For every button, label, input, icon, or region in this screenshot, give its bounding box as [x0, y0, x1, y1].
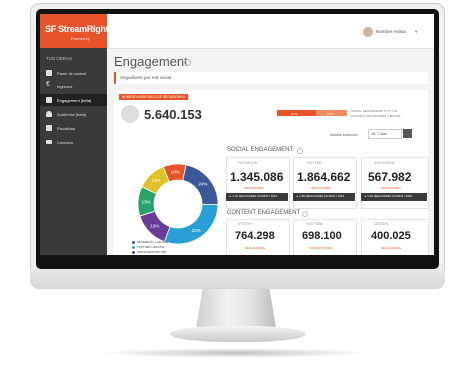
social-engagement-title: SOCIAL ENGAGEMENT	[227, 147, 294, 153]
dashboard-icon	[46, 70, 52, 76]
page-title: Engagement	[114, 54, 188, 69]
period-value: Ult. 7 días	[371, 132, 387, 136]
content-engagement-title: CONTENT ENGAGEMENT	[227, 210, 301, 216]
sidebar-item-ingresos[interactable]: € Ingresos	[40, 80, 107, 92]
sidebar-item-audiencia[interactable]: Audiencia (beta)	[40, 108, 107, 120]
sidebar-item-contacto[interactable]: Contacto	[40, 136, 107, 148]
card-network: FACEBOOK	[238, 161, 258, 165]
legend-text: TWITTER 1.864.662	[137, 245, 165, 249]
subtitle-label: Seguidores por red social	[120, 75, 172, 80]
screen: SF StreamRights Powered by TUS OBRAS Pan…	[40, 14, 434, 255]
sidebar-section-title: TUS OBRAS	[46, 56, 73, 61]
card-network: DEEZER	[374, 222, 389, 226]
monitor-stand-base	[170, 326, 306, 342]
sidebar-item-label: Engagement (beta)	[57, 97, 92, 103]
card-value: 698.100	[302, 230, 342, 242]
card-sub: SEGUIDORES	[244, 186, 265, 190]
card-network: TWITTER	[306, 161, 322, 165]
donut-slice-twitter[interactable]	[163, 203, 219, 245]
card-trend: ▲ 3.4% SEGUIDORES ÚLTIMOS 7 DÍAS	[361, 193, 427, 201]
logo-subtitle: Powered by	[71, 37, 90, 41]
total-followers: 5.640.153	[144, 107, 202, 122]
legend-text: FACEBOOK 1.345.086	[137, 240, 168, 244]
donut-slice-label: 13%	[152, 178, 161, 183]
app-logo[interactable]: SF StreamRights	[45, 24, 113, 34]
donut-slice-label: 13%	[142, 199, 151, 204]
content-share-label: 33%	[327, 111, 334, 116]
sidebar-item-label: Audiencia (beta)	[57, 111, 87, 117]
donut-slice-label: 24%	[198, 181, 207, 186]
sidebar-item-label: Ingresos	[57, 83, 73, 89]
sidebar-item-engagement[interactable]: Engagement (beta)	[40, 94, 107, 106]
period-select[interactable]: Ult. 7 días	[368, 129, 402, 139]
info-icon[interactable]	[297, 148, 303, 154]
card-sub: SEGUIDORES	[381, 186, 402, 190]
user-name[interactable]: Nombre Artista	[376, 29, 406, 34]
card-sub: SUSCRIPTORES	[309, 246, 333, 250]
monitor-chin	[30, 269, 445, 289]
legend-swatch	[132, 245, 135, 249]
thumbs-up-icon	[46, 97, 52, 103]
people-icon	[121, 105, 139, 123]
social-legend: SOCIAL SEGUIDORES 3.777.716	[351, 109, 397, 113]
content-legend: CONTENT SEGUIDORES 1.862.435	[351, 114, 401, 118]
legend-swatch	[132, 240, 135, 244]
sidebar-item-label: Fiscalidad	[57, 125, 76, 131]
info-icon[interactable]	[184, 59, 191, 66]
donut-slice-label: 33%	[192, 228, 201, 233]
legend-facebook: FACEBOOK 1.345.086	[132, 240, 168, 244]
card-network: INSTAGRAM	[374, 161, 395, 165]
tax-icon	[46, 125, 52, 131]
donut-slice-label: 16%	[150, 224, 159, 229]
headphones-icon	[46, 111, 52, 117]
sidebar	[40, 14, 107, 255]
trend-text: ▲ 3.4% SEGUIDORES ÚLTIMOS 7 DÍAS	[364, 195, 413, 198]
trend-text: ▲ 2.1% SEGUIDORES ÚLTIMOS 7 DÍAS	[229, 195, 278, 198]
mail-icon	[46, 140, 52, 144]
card-value: 1.345.086	[230, 170, 284, 184]
card-trend: ▲ 1.8% SEGUIDORES ÚLTIMOS 7 DÍAS	[293, 193, 355, 201]
donut-slice-label: 10%	[171, 170, 180, 175]
calendar-icon[interactable]	[403, 129, 412, 138]
legend-swatch	[132, 250, 135, 254]
legend-twitter: TWITTER 1.864.662	[132, 245, 165, 249]
user-avatar[interactable]	[363, 27, 373, 37]
card-value: 567.982	[368, 170, 412, 184]
card-sub: SEGUIDORES	[311, 186, 332, 190]
sidebar-item-fiscalidad[interactable]: Fiscalidad	[40, 122, 107, 134]
sidebar-item-panel[interactable]: Panel de control	[40, 67, 107, 79]
card-sub: SEGUIDORES	[381, 246, 402, 250]
sidebar-item-label: Panel de control	[57, 70, 86, 76]
info-icon[interactable]	[302, 211, 308, 217]
trend-text: ▲ 1.8% SEGUIDORES ÚLTIMOS 7 DÍAS	[296, 195, 345, 198]
legend-text: INSTAGRAM 567.982	[137, 250, 167, 254]
card-value: 764.298	[235, 230, 275, 242]
monitor-stand-neck	[196, 289, 276, 329]
card-sub: SEGUIDORES	[245, 246, 266, 250]
card-value: 400.025	[371, 230, 411, 242]
euro-icon: €	[46, 81, 50, 88]
social-share-label: 67%	[291, 111, 298, 116]
card-trend: ▲ 2.1% SEGUIDORES ÚLTIMOS 7 DÍAS	[226, 193, 288, 201]
card-value: 1.864.662	[297, 170, 351, 184]
card-network: YOUTUBE	[306, 222, 323, 226]
aggregate-badge: NÚMERO AGREGADO DE SEGUIDORES	[119, 94, 188, 100]
donut-chart: 24% 33% 16% 13% 13% 10%	[137, 163, 219, 245]
legend-instagram: INSTAGRAM 567.982	[132, 250, 166, 254]
period-label: Mostrar evolución:	[330, 133, 359, 137]
stand-shadow	[100, 348, 370, 358]
chevron-down-icon[interactable]: ▾	[415, 29, 417, 35]
card-network: SPOTIFY	[238, 222, 253, 226]
sidebar-item-label: Contacto	[57, 139, 74, 145]
